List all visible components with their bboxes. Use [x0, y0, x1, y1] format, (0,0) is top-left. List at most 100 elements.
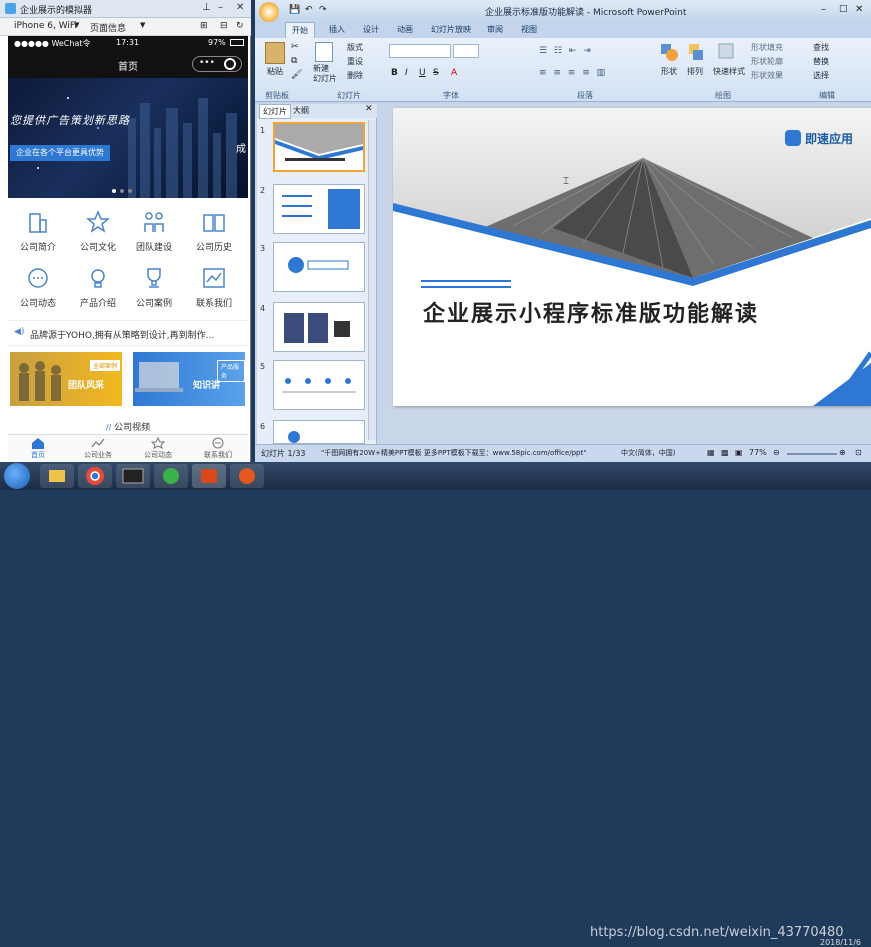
- tab-slideshow[interactable]: 幻灯片放映: [431, 24, 471, 35]
- zoom-slider[interactable]: [787, 453, 837, 455]
- chrome-taskbar-icon[interactable]: [78, 464, 112, 488]
- refresh-icon[interactable]: ↻: [236, 21, 244, 31]
- rotate-icon[interactable]: ⊟: [220, 21, 228, 31]
- grid-item-company-history[interactable]: 公司历史: [184, 210, 244, 262]
- terminal-taskbar-icon[interactable]: [116, 464, 150, 488]
- device-select[interactable]: iPhone 6, WiFi: [14, 21, 77, 31]
- save-icon[interactable]: 💾: [289, 5, 300, 15]
- tab-animation[interactable]: 动画: [397, 24, 413, 35]
- view-normal-icon[interactable]: ▦: [707, 448, 715, 457]
- quick-style-label[interactable]: 快速样式: [713, 66, 745, 77]
- page-info-select[interactable]: 页面信息: [90, 21, 126, 34]
- shape-outline-button[interactable]: 形状轮廓: [751, 56, 783, 67]
- quick-style-icon[interactable]: [717, 42, 735, 62]
- font-name-input[interactable]: [389, 44, 451, 58]
- shape-icon[interactable]: [659, 42, 679, 62]
- shape-label[interactable]: 形状: [661, 66, 677, 77]
- paste-icon[interactable]: [265, 42, 285, 64]
- grid-item-contact[interactable]: 联系我们: [184, 266, 244, 318]
- view-sorter-icon[interactable]: ▩: [721, 448, 729, 457]
- arrange-icon[interactable]: [687, 42, 705, 62]
- close-icon[interactable]: ✕: [855, 4, 863, 15]
- view-show-icon[interactable]: ▣: [735, 448, 743, 457]
- zoom-in-icon[interactable]: ⊕: [839, 448, 846, 457]
- minimize-icon[interactable]: –: [821, 4, 826, 15]
- zoom-out-icon[interactable]: ⊖: [773, 448, 780, 457]
- tab-slides[interactable]: 幻灯片: [259, 104, 291, 119]
- more-icon[interactable]: •••: [199, 58, 215, 68]
- grid-item-company-culture[interactable]: 公司文化: [68, 210, 128, 262]
- new-slide-icon[interactable]: [315, 42, 333, 62]
- pin-icon[interactable]: ⊥: [202, 2, 211, 13]
- copy-icon[interactable]: ⧉: [291, 56, 297, 66]
- tab-home[interactable]: 开始: [285, 22, 315, 38]
- maximize-icon[interactable]: □: [839, 4, 848, 14]
- carousel-dots[interactable]: [112, 186, 142, 193]
- undo-icon[interactable]: ↶: [305, 5, 313, 15]
- italic-icon[interactable]: I: [405, 68, 408, 78]
- slide-thumb-6[interactable]: [273, 420, 365, 444]
- redo-icon[interactable]: ↷: [319, 5, 327, 15]
- font-size-input[interactable]: [453, 44, 479, 58]
- slide-thumb-4[interactable]: [273, 302, 365, 352]
- wechat-devtools-taskbar-icon[interactable]: [154, 464, 188, 488]
- grid-item-company-intro[interactable]: 公司简介: [8, 210, 68, 262]
- grid-item-cases[interactable]: 公司案例: [124, 266, 184, 318]
- exit-icon[interactable]: [224, 58, 236, 70]
- banner-carousel[interactable]: 您提供广告策划新思路 企业在各个平台更具优势 成: [8, 78, 248, 198]
- start-button-icon[interactable]: [4, 463, 30, 489]
- zoom-level[interactable]: 77%: [749, 448, 767, 457]
- powerpoint-taskbar-icon[interactable]: [192, 464, 226, 488]
- font-color-icon[interactable]: A: [451, 68, 457, 78]
- new-slide-label[interactable]: 新建 幻灯片: [313, 64, 337, 84]
- tab-home[interactable]: 首页: [8, 437, 68, 460]
- explorer-taskbar-icon[interactable]: [40, 464, 74, 488]
- grid-item-products[interactable]: 产品介绍: [68, 266, 128, 318]
- select-button[interactable]: 选择: [813, 70, 829, 81]
- bold-icon[interactable]: B: [391, 68, 398, 78]
- tab-outline[interactable]: 大纲: [293, 105, 309, 116]
- screenshot-icon[interactable]: ⊞: [200, 21, 208, 31]
- tab-review[interactable]: 审阅: [487, 24, 503, 35]
- minimize-icon[interactable]: –: [218, 2, 223, 13]
- arrange-label[interactable]: 排列: [687, 66, 703, 77]
- slide-thumb-1[interactable]: [273, 122, 365, 172]
- list-icons[interactable]: ☰ ☷ ⇤ ⇥: [539, 46, 593, 56]
- delete-button[interactable]: 删除: [347, 70, 363, 81]
- shape-fill-button[interactable]: 形状填充: [751, 42, 783, 53]
- device-dropdown-icon[interactable]: ▼: [74, 21, 79, 29]
- slide-title[interactable]: 企业展示小程序标准版功能解读: [423, 296, 759, 328]
- page-info-dropdown-icon[interactable]: ▼: [140, 21, 145, 29]
- close-icon[interactable]: ✕: [236, 2, 244, 13]
- tab-insert[interactable]: 插入: [329, 24, 345, 35]
- close-panel-icon[interactable]: ✕: [365, 104, 373, 114]
- format-painter-icon[interactable]: 🖌: [291, 70, 302, 80]
- slide-thumb-3[interactable]: [273, 242, 365, 292]
- grid-item-team-building[interactable]: 团队建设: [124, 210, 184, 262]
- tab-news[interactable]: 公司动态: [128, 437, 188, 460]
- slide-thumb-2[interactable]: [273, 184, 365, 234]
- office-button-icon[interactable]: [259, 2, 279, 22]
- fit-window-icon[interactable]: ⊡: [855, 448, 862, 457]
- capsule-menu[interactable]: •••: [192, 56, 242, 72]
- player-taskbar-icon[interactable]: [230, 464, 264, 488]
- knowledge-card[interactable]: 产品服务 知识讲: [133, 352, 245, 406]
- team-card[interactable]: 全部案例 团队风采: [10, 352, 122, 406]
- shape-effect-button[interactable]: 形状效果: [751, 70, 783, 81]
- notice-bar[interactable]: ◀) 品牌源于YOHO,拥有从策略到设计,再到制作...: [8, 320, 248, 346]
- align-icons[interactable]: ≡ ≡ ≡ ≡ ▥: [539, 68, 607, 78]
- grid-item-company-news[interactable]: 公司动态: [8, 266, 68, 318]
- cut-icon[interactable]: ✂: [291, 42, 299, 52]
- tab-contact[interactable]: 联系我们: [188, 437, 248, 460]
- find-button[interactable]: 查找: [813, 42, 829, 53]
- tab-design[interactable]: 设计: [363, 24, 379, 35]
- panel-scrollbar[interactable]: [368, 120, 376, 440]
- tab-view[interactable]: 视图: [521, 24, 537, 35]
- tab-business[interactable]: 公司业务: [68, 437, 128, 460]
- underline-icon[interactable]: U: [419, 68, 426, 78]
- reset-button[interactable]: 重设: [347, 56, 363, 67]
- slide-thumb-5[interactable]: [273, 360, 365, 410]
- layout-button[interactable]: 版式: [347, 42, 363, 53]
- strike-icon[interactable]: S: [433, 68, 439, 78]
- slide-canvas[interactable]: 即速应用 企业展示小程序标准版功能解读: [393, 108, 871, 406]
